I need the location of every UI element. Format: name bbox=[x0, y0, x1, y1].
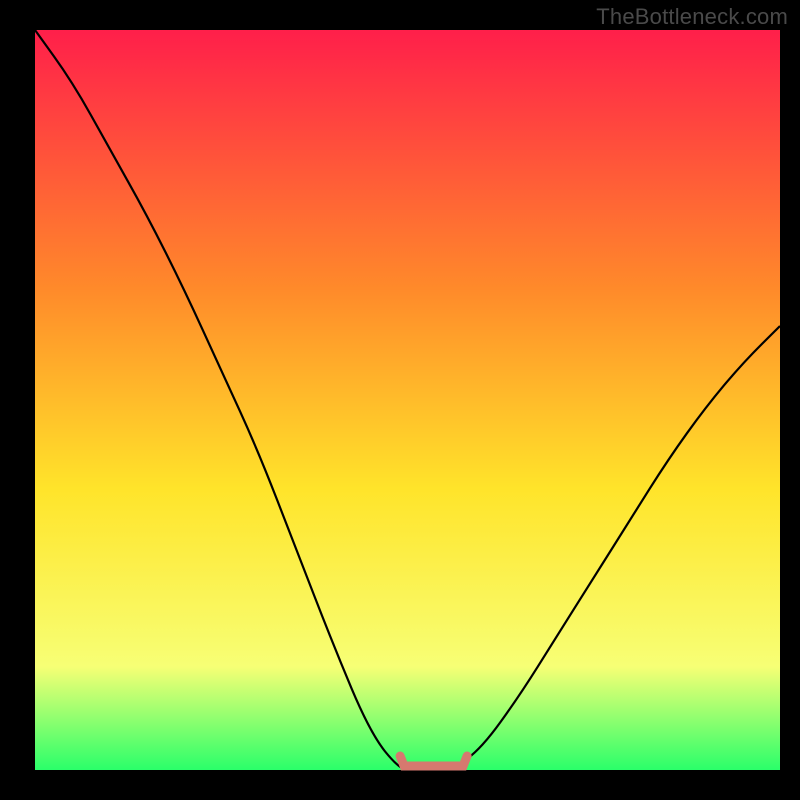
bottleneck-chart bbox=[0, 0, 800, 800]
chart-frame: TheBottleneck.com bbox=[0, 0, 800, 800]
plot-background bbox=[35, 30, 780, 770]
watermark-text: TheBottleneck.com bbox=[596, 4, 788, 30]
